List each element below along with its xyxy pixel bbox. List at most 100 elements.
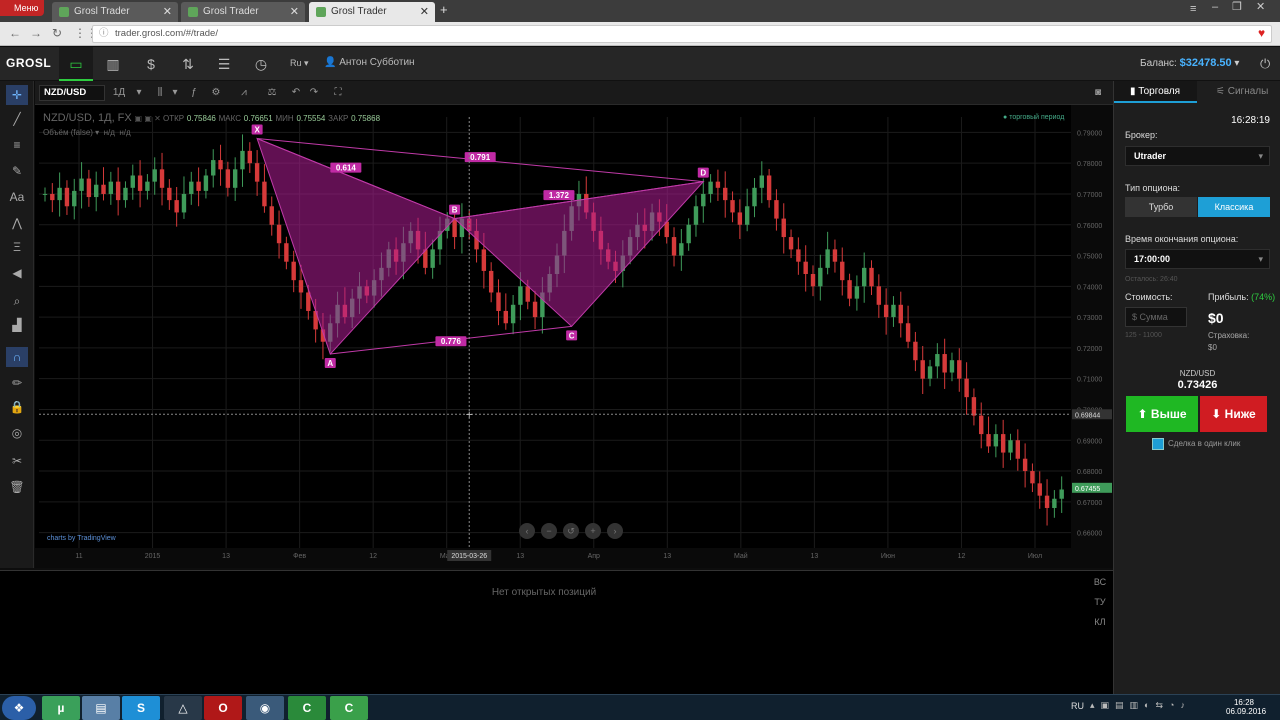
templates-icon[interactable]: ⚖ <box>263 85 281 101</box>
language-select[interactable]: Ru ▾ <box>290 58 309 69</box>
option-classic-button[interactable]: Классика <box>1198 197 1270 217</box>
dollar-icon[interactable]: $ <box>134 47 168 81</box>
fullscreen-icon[interactable]: ⛶ <box>331 85 345 101</box>
tab-favicon-icon <box>188 7 198 17</box>
bar-style-dropdown-icon[interactable]: ▾ <box>169 85 181 101</box>
sliders-icon[interactable]: ☰ <box>207 47 241 81</box>
tab-trading[interactable]: ▮ Торговля <box>1114 81 1197 103</box>
bookmark-heart-icon[interactable]: ♥ <box>1258 26 1265 40</box>
expiry-select[interactable]: 17:00:00 ▾ <box>1125 249 1270 269</box>
taskbar-explorer-icon[interactable]: ▤ <box>82 696 120 720</box>
user-name[interactable]: 👤 Антон Субботин <box>324 57 415 68</box>
crosshair-tool-icon[interactable]: ✛ <box>6 85 28 105</box>
y-tick-label: 0.68000 <box>1077 469 1102 476</box>
browser-tab[interactable]: Grosl Trader ✕ <box>181 2 305 22</box>
arrows-updown-icon[interactable]: ⇅ <box>171 47 205 81</box>
symbol-input[interactable]: NZD/USD <box>39 85 105 101</box>
time-axis-bg <box>35 548 1071 568</box>
close-tab-icon[interactable]: ✕ <box>163 2 172 22</box>
hide-tool-icon[interactable]: ◎ <box>6 423 28 443</box>
scroll-right-icon[interactable]: › <box>607 523 623 539</box>
taskbar-opera-icon[interactable]: O <box>204 696 242 720</box>
magnet-tool-icon[interactable]: ∩ <box>6 347 28 367</box>
candle-body <box>979 415 984 435</box>
candle-body <box>510 304 516 324</box>
start-button-icon[interactable]: ❖ <box>2 696 36 720</box>
candle-body <box>935 354 940 367</box>
trendline-tool-icon[interactable]: ╱ <box>6 109 28 129</box>
compare-icon[interactable]: ⩘ <box>235 85 253 101</box>
stats-icon[interactable]: ▥ <box>96 47 130 81</box>
fib-tool-icon[interactable]: Ξ <box>6 237 28 257</box>
horizontal-lines-tool-icon[interactable]: ≡ <box>6 135 28 155</box>
window-controls[interactable]: –❐✕ <box>1212 0 1279 13</box>
power-icon[interactable]: ⏻ <box>1260 56 1270 72</box>
put-lower-button[interactable]: ⬇ Ниже <box>1200 396 1267 432</box>
reset-icon[interactable]: ↺ <box>563 523 579 539</box>
taskbar-camtasia-recorder-icon[interactable]: C <box>330 696 368 720</box>
taskbar-chrome-icon[interactable]: ◉ <box>246 696 284 720</box>
back-icon[interactable]: ← <box>9 26 21 40</box>
text-tool-icon[interactable]: Aa <box>6 187 28 207</box>
browser-menu-button[interactable]: Меню <box>0 0 44 16</box>
close-tab-icon[interactable]: ✕ <box>290 2 299 22</box>
zoom-tool-icon[interactable]: ⌕ <box>6 291 28 311</box>
indicators-icon[interactable]: ƒ <box>187 85 201 101</box>
settings-gear-icon[interactable]: ⚙ <box>209 85 223 101</box>
clock-icon[interactable]: ◷ <box>244 47 278 81</box>
y-tick-label: 0.76000 <box>1077 223 1102 230</box>
zoom-out-icon[interactable]: − <box>541 523 557 539</box>
lock-tool-icon[interactable]: 🔒 <box>6 397 28 417</box>
option-turbo-button[interactable]: Турбо <box>1125 197 1197 217</box>
broker-select[interactable]: Utrader ▾ <box>1125 146 1270 166</box>
positions-tab-tu[interactable]: ТУ <box>1089 597 1111 607</box>
forward-icon[interactable]: → <box>30 26 42 40</box>
interval-dropdown-icon[interactable]: ▾ <box>133 85 145 101</box>
arrow-tool-icon[interactable]: ◀ <box>6 263 28 283</box>
tradingview-credit[interactable]: charts by TradingView <box>47 535 116 542</box>
pattern-tool-icon[interactable]: ⋀ <box>6 213 28 233</box>
price-chart[interactable]: X A B C D 0.614 0.791 1.372 0.776 0.79000 0.78000… <box>35 105 1113 568</box>
tools-icon[interactable]: ✂ <box>6 451 28 471</box>
taskbar-drive-icon[interactable]: △ <box>164 696 202 720</box>
measure-tool-icon[interactable]: ▟ <box>6 315 28 335</box>
trash-icon[interactable]: 🗑 <box>6 477 28 497</box>
taskbar-skype-icon[interactable]: S <box>122 696 160 720</box>
undo-icon[interactable]: ↶ <box>289 85 303 101</box>
tabs-menu-icon[interactable]: ≡ <box>1190 3 1196 15</box>
balance[interactable]: Баланс: $32478.50 ▾ <box>1140 57 1239 69</box>
interval-select[interactable]: 1Д <box>109 85 129 101</box>
browser-tab[interactable]: Grosl Trader ✕ <box>52 2 178 22</box>
x-tick-label: Июн <box>881 553 895 560</box>
positions-tab-kl[interactable]: КЛ <box>1089 617 1111 627</box>
snapshot-camera-icon[interactable]: ◙ <box>1089 85 1107 101</box>
browser-tab-active[interactable]: Grosl Trader ✕ <box>309 2 435 22</box>
tray-clock[interactable]: 16:28 06.09.2016 <box>1226 698 1266 716</box>
url-field[interactable]: ⓘ trader.grosl.com/#/trade/ <box>92 25 1272 43</box>
candle-body <box>262 181 267 207</box>
pattern-ratio-label: 0.776 <box>441 337 462 346</box>
tab-signals[interactable]: ⚟ Сигналы <box>1198 81 1280 103</box>
redo-icon[interactable]: ↷ <box>307 85 321 101</box>
close-tab-icon[interactable]: ✕ <box>420 2 429 22</box>
zoom-in-icon[interactable]: + <box>585 523 601 539</box>
taskbar-camtasia-icon[interactable]: C <box>288 696 326 720</box>
input-language[interactable]: RU <box>1071 701 1084 711</box>
reload-icon[interactable]: ↻ <box>52 26 62 40</box>
new-tab-icon[interactable]: + <box>440 2 448 17</box>
amount-input[interactable]: $ Сумма <box>1125 307 1187 327</box>
scroll-left-icon[interactable]: ‹ <box>519 523 535 539</box>
candle-body <box>181 193 187 213</box>
taskbar-utorrent-icon[interactable]: µ <box>42 696 80 720</box>
call-higher-button[interactable]: ⬆ Выше <box>1126 396 1198 432</box>
bar-style-icon[interactable]: ⫼ <box>153 85 167 101</box>
positions-tab-vs[interactable]: ВС <box>1089 577 1111 587</box>
tray-icons[interactable]: ▴▣▤▥◐⇆◔♪ <box>1090 700 1191 711</box>
candle-body <box>189 181 194 194</box>
legend-buttons-icon[interactable]: ▣ ▣ ✕ <box>135 114 164 123</box>
pencil-tool-icon[interactable]: ✏ <box>6 373 28 393</box>
chart-canvas[interactable]: X A B C D 0.614 0.791 1.372 0.776 0.79000 0.78000… <box>35 105 1113 568</box>
brush-tool-icon[interactable]: ✎ <box>6 161 28 181</box>
one-click-checkbox[interactable] <box>1152 438 1164 450</box>
terminal-icon[interactable]: ▭ <box>59 47 93 81</box>
